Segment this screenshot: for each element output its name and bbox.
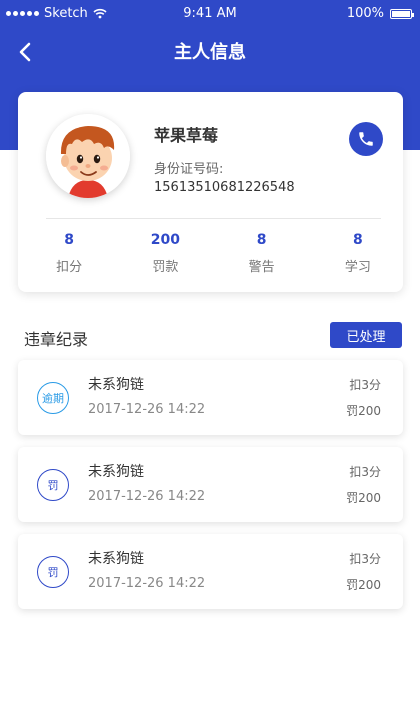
stat-label: 扣分 [56, 260, 83, 275]
divider [46, 218, 381, 219]
stat-value: 8 [64, 232, 74, 248]
record-title: 未系狗链 [88, 551, 144, 567]
record-fine: 罚200 [346, 491, 381, 505]
page-title: 主人信息 [174, 42, 246, 63]
id-number: 15613510681226548 [154, 180, 295, 195]
violation-record-list: 逾期 未系狗链 2017-12-26 14:22 扣3分 罚200 罚 未系狗链… [18, 360, 403, 621]
avatar [46, 114, 130, 198]
stat-fine: 200 罚款 [114, 232, 210, 275]
status-right: 100% [346, 6, 414, 21]
call-button[interactable] [349, 122, 383, 156]
violation-record[interactable]: 罚 未系狗链 2017-12-26 14:22 扣3分 罚200 [18, 447, 403, 522]
stats-row: 8 扣分 200 罚款 8 警告 8 学习 [18, 232, 403, 275]
owner-profile-card: 苹果草莓 身份证号码: 15613510681226548 8 扣分 200 罚… [18, 92, 403, 292]
violation-record[interactable]: 罚 未系狗链 2017-12-26 14:22 扣3分 罚200 [18, 534, 403, 609]
status-bar: Sketch 9:41 AM 100% [0, 0, 420, 28]
owner-name: 苹果草莓 [154, 126, 219, 145]
phone-icon [359, 132, 373, 146]
record-time: 2017-12-26 14:22 [88, 402, 206, 417]
battery-percent: 100% [346, 6, 384, 21]
fine-badge: 罚 [37, 469, 69, 501]
record-fine: 罚200 [346, 404, 381, 418]
stat-label: 警告 [248, 260, 275, 275]
id-label: 身份证号码: [154, 162, 224, 177]
violation-record[interactable]: 逾期 未系狗链 2017-12-26 14:22 扣3分 罚200 [18, 360, 403, 435]
processed-filter-button[interactable]: 已处理 [330, 322, 402, 348]
battery-icon [390, 8, 414, 19]
records-section-title: 违章纪录 [24, 330, 89, 349]
stat-value: 8 [353, 232, 363, 248]
navigation-bar: 主人信息 [0, 28, 420, 76]
cartoon-boy-avatar [46, 114, 130, 198]
record-time: 2017-12-26 14:22 [88, 576, 206, 591]
record-fine: 罚200 [346, 578, 381, 592]
stat-value: 200 [150, 232, 180, 248]
record-title: 未系狗链 [88, 377, 144, 393]
stat-label: 罚款 [152, 260, 179, 275]
stat-label: 学习 [344, 260, 371, 275]
fine-badge: 罚 [37, 556, 69, 588]
record-points: 扣3分 [349, 552, 381, 566]
record-points: 扣3分 [349, 378, 381, 392]
stat-deduction: 8 扣分 [18, 232, 114, 275]
stat-study: 8 学习 [307, 232, 403, 275]
stat-warning: 8 警告 [211, 232, 307, 275]
overdue-badge: 逾期 [37, 382, 69, 414]
stat-value: 8 [256, 232, 267, 248]
record-title: 未系狗链 [88, 464, 144, 480]
record-points: 扣3分 [349, 465, 381, 479]
record-time: 2017-12-26 14:22 [88, 489, 206, 504]
